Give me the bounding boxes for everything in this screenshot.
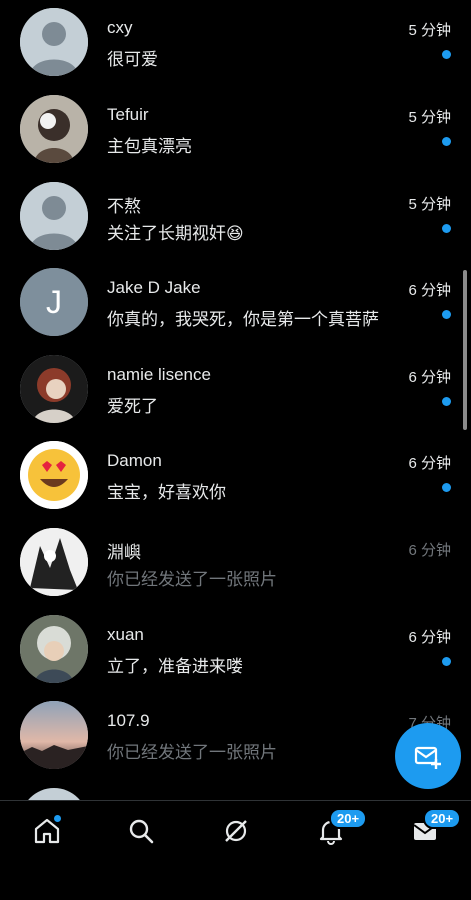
- tab-home[interactable]: [27, 813, 67, 849]
- tab-grok[interactable]: [216, 813, 256, 849]
- conversation-row[interactable]: Tefuir 主包真漂亮 5 分钟: [0, 87, 471, 173]
- conversation-row[interactable]: 淵嶼 你已经发送了一张照片 6 分钟: [0, 520, 471, 606]
- conversation-name: Jake D Jake: [107, 278, 201, 297]
- conversation-time: 6 分钟: [408, 369, 451, 386]
- conversation-row[interactable]: 不熬 关注了长期视奸😆 5 分钟: [0, 174, 471, 260]
- conversation-name: 不熬: [107, 197, 141, 216]
- unread-dot-icon: [442, 137, 451, 146]
- conversation-preview: 宝宝，好喜欢你: [107, 483, 226, 502]
- conversation-row[interactable]: namie lisence 爱死了 6 分钟: [0, 347, 471, 433]
- anime-avatar[interactable]: [20, 615, 88, 683]
- sunset-photo-avatar[interactable]: [20, 701, 88, 769]
- letter-avatar[interactable]: J: [20, 268, 88, 336]
- conversation-name: namie lisence: [107, 365, 211, 384]
- compose-message-icon: [414, 746, 441, 769]
- tab-search[interactable]: [121, 813, 161, 849]
- conversation-time: 5 分钟: [408, 109, 451, 126]
- conversation-preview: 立了，准备进来喽: [107, 657, 243, 676]
- anime-avatar[interactable]: [20, 355, 88, 423]
- conversation-time: 6 分钟: [408, 455, 451, 472]
- conversation-preview: 很可爱: [107, 50, 158, 69]
- unread-dot-icon: [442, 50, 451, 59]
- unread-dot-icon: [442, 224, 451, 233]
- grok-icon: [225, 820, 247, 842]
- conversation-name: cxy: [107, 18, 133, 37]
- conversation-name: xuan: [107, 625, 144, 644]
- unread-dot-icon: [442, 310, 451, 319]
- conversation-name: Tefuir: [107, 105, 149, 124]
- conversation-preview: 关注了长期视奸😆: [107, 224, 244, 243]
- anime-avatar[interactable]: [20, 95, 88, 163]
- new-message-button[interactable]: [395, 723, 461, 789]
- conversation-row[interactable]: cxy 很可爱 5 分钟: [0, 0, 471, 86]
- conversation-name: 107.9: [107, 711, 150, 730]
- conversation-preview: 主包真漂亮: [107, 137, 192, 156]
- scrollbar[interactable]: [463, 270, 467, 430]
- heart-eyes-emoji-avatar[interactable]: [20, 441, 88, 509]
- home-unread-dot-icon: [54, 815, 61, 822]
- unread-dot-icon: [442, 657, 451, 666]
- conversation-row[interactable]: xuan 立了，准备进来喽 6 分钟: [0, 607, 471, 693]
- conversation-preview: 爱死了: [107, 397, 158, 416]
- conversation-row[interactable]: J Jake D Jake 你真的，我哭死，你是第一个真菩萨 6 分钟: [0, 260, 471, 346]
- bottom-tab-bar: 20+ 20+: [0, 800, 471, 900]
- conversation-name: Damon: [107, 451, 162, 470]
- conversation-name: 淵嶼: [107, 543, 141, 562]
- conversation-time: 6 分钟: [408, 629, 451, 646]
- conversation-preview: 你真的，我哭死，你是第一个真菩萨: [107, 310, 379, 329]
- unread-dot-icon: [442, 483, 451, 492]
- conversation-time: 6 分钟: [408, 282, 451, 299]
- unread-dot-icon: [442, 397, 451, 406]
- manga-avatar[interactable]: [20, 528, 88, 596]
- conversation-row[interactable]: Damon 宝宝，好喜欢你 6 分钟: [0, 433, 471, 519]
- conversation-time: 5 分钟: [408, 22, 451, 39]
- default-avatar[interactable]: [20, 8, 88, 76]
- conversation-preview: 你已经发送了一张照片: [107, 743, 277, 762]
- tab-notifications[interactable]: 20+: [311, 808, 368, 849]
- conversation-preview: 你已经发送了一张照片: [107, 570, 277, 589]
- conversation-time: 6 分钟: [408, 542, 451, 559]
- avatar-letter: J: [46, 284, 62, 320]
- default-avatar[interactable]: [20, 182, 88, 250]
- notifications-badge: 20+: [329, 808, 368, 829]
- conversation-time: 5 分钟: [408, 196, 451, 213]
- search-icon: [129, 819, 154, 844]
- messages-badge: 20+: [423, 808, 462, 829]
- tab-messages[interactable]: 20+: [405, 808, 462, 849]
